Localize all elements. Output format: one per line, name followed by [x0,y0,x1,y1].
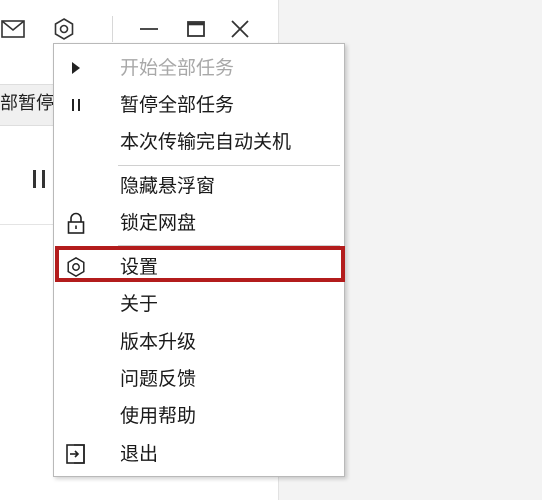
menu-item-settings[interactable]: 设置 [54,249,344,285]
lock-icon [64,211,88,235]
menu-item-label: 版本升级 [120,331,197,353]
pause-icon [64,93,88,117]
mail-icon[interactable] [0,17,26,41]
menu-item-upgrade[interactable]: 版本升级 [54,324,344,360]
pause-icon[interactable] [30,170,50,188]
menu-item-help[interactable]: 使用帮助 [54,398,344,434]
menu-item-label: 退出 [120,443,159,465]
menu-item-label: 锁定网盘 [120,212,197,234]
context-menu: 开始全部任务 暂停全部任务 本次传输完自动关机 隐藏悬浮窗 锁定网盘 设置 关于… [53,43,345,477]
menu-item-auto-shutdown[interactable]: 本次传输完自动关机 [54,124,344,160]
menu-separator [118,165,340,166]
maximize-icon [187,21,205,37]
menu-item-feedback[interactable]: 问题反馈 [54,361,344,397]
menu-item-label: 暂停全部任务 [120,94,235,116]
menu-item-label: 问题反馈 [120,368,197,390]
maximize-button[interactable] [183,16,209,42]
minimize-button[interactable] [136,16,162,42]
menu-item-label: 设置 [120,256,159,278]
pause-all-button[interactable]: 部暂停 [0,91,60,117]
menu-separator [118,245,340,246]
menu-item-start-all: 开始全部任务 [54,50,344,86]
exit-icon [64,442,88,466]
title-bar-divider [112,16,113,42]
close-button[interactable] [227,16,253,42]
menu-item-label: 隐藏悬浮窗 [120,175,216,197]
play-icon [64,56,88,80]
menu-item-lock-disk[interactable]: 锁定网盘 [54,205,344,241]
menu-item-label: 关于 [120,293,159,315]
menu-item-about[interactable]: 关于 [54,286,344,322]
gear-icon [64,255,88,279]
menu-item-label: 开始全部任务 [120,57,235,79]
menu-item-pause-all[interactable]: 暂停全部任务 [54,87,344,123]
minimize-icon [140,28,158,30]
menu-item-hide-float[interactable]: 隐藏悬浮窗 [54,168,344,204]
menu-item-exit[interactable]: 退出 [54,436,344,472]
menu-item-label: 使用帮助 [120,405,197,427]
menu-item-label: 本次传输完自动关机 [120,131,292,153]
gear-icon[interactable] [51,16,77,42]
close-icon [231,20,249,38]
